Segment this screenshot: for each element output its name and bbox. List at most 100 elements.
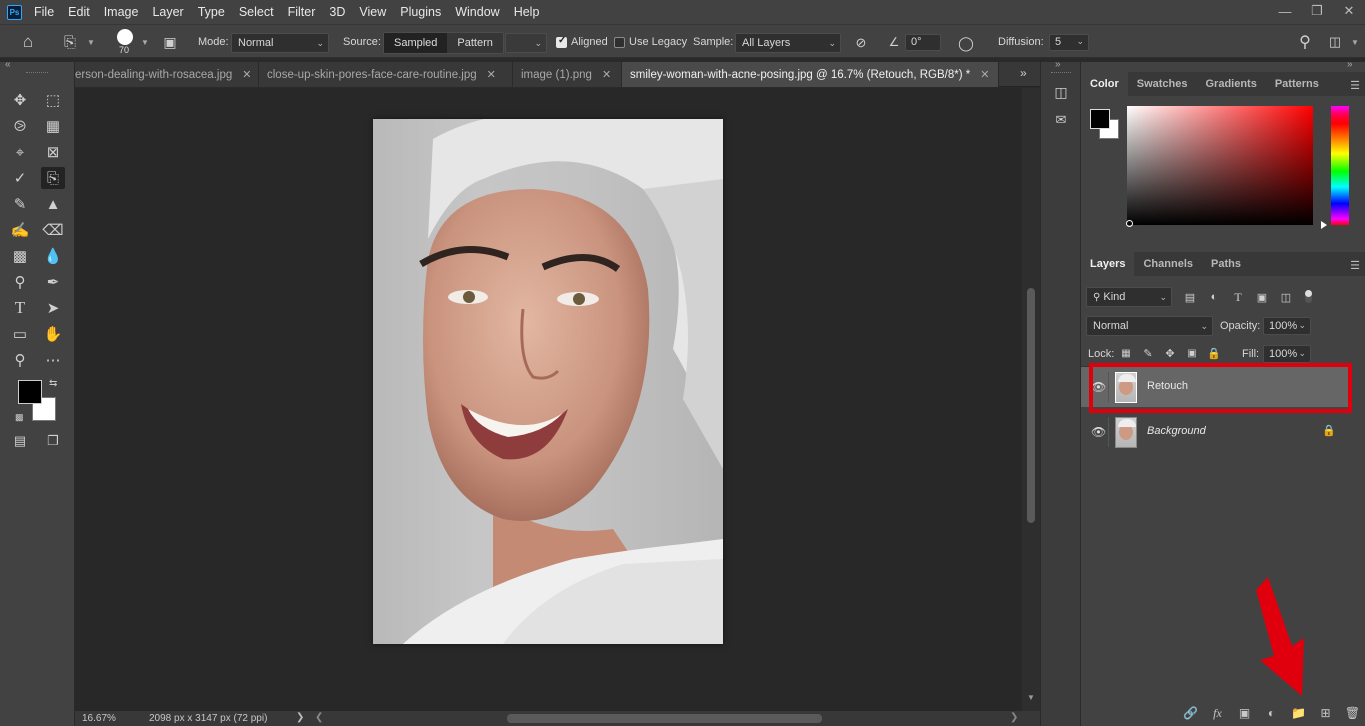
menu-plugins[interactable]: Plugins — [400, 5, 441, 19]
menu-filter[interactable]: Filter — [288, 5, 316, 19]
filter-adjustment-icon[interactable]: ◐ — [1206, 290, 1222, 304]
tab-gradients[interactable]: Gradients — [1196, 72, 1265, 96]
eye-icon[interactable]: 👁 — [1091, 425, 1106, 439]
zoom-tool-icon[interactable]: ⚲ — [8, 349, 32, 371]
lasso-tool-icon[interactable]: ⧁ — [8, 115, 32, 137]
source-sampled-button[interactable]: Sampled — [384, 33, 448, 53]
source-pattern-button[interactable]: Pattern — [447, 33, 503, 53]
tab-smiley-woman[interactable]: smiley-woman-with-acne-posing.jpg @ 16.7… — [622, 62, 999, 87]
tab-paths[interactable]: Paths — [1202, 252, 1250, 276]
comments-icon[interactable]: ✉ — [1051, 110, 1071, 130]
quick-mask-icon[interactable]: ▤ — [8, 430, 32, 452]
tab-layers[interactable]: Layers — [1081, 252, 1135, 276]
collapse-icon[interactable]: » — [1347, 59, 1353, 70]
layer-name[interactable]: Background — [1147, 425, 1206, 437]
add-mask-icon[interactable]: ▣ — [1231, 706, 1258, 720]
filter-shape-icon[interactable]: ▣ — [1254, 290, 1270, 304]
hue-slider[interactable] — [1331, 106, 1349, 225]
screen-mode-icon[interactable]: ❐ — [41, 430, 65, 452]
clone-source-icon[interactable]: ▣ — [160, 32, 180, 52]
menu-layer[interactable]: Layer — [152, 5, 183, 19]
frame-tool-icon[interactable]: ⊠ — [41, 141, 65, 163]
angle-input[interactable]: 0° — [905, 34, 941, 51]
document-image[interactable] — [373, 119, 723, 644]
hue-slider-handle[interactable] — [1321, 221, 1327, 229]
vertical-scroll-thumb[interactable] — [1027, 288, 1035, 523]
pen-tool-icon[interactable]: ✒ — [41, 271, 65, 293]
sample-select[interactable]: All Layers ⌄ — [735, 33, 841, 53]
chevron-down-icon[interactable]: ▼ — [86, 36, 96, 48]
close-icon[interactable]: ✕ — [242, 68, 251, 81]
tab-image-1[interactable]: image (1).png ✕ — [513, 62, 622, 87]
foreground-color-swatch[interactable] — [1090, 109, 1110, 129]
scroll-left-icon[interactable]: ❮ — [315, 712, 323, 723]
lock-image-icon[interactable]: ✎ — [1141, 346, 1155, 360]
swap-colors-icon[interactable]: ⇆ — [49, 378, 57, 389]
chevron-down-icon[interactable]: ▼ — [1350, 35, 1360, 49]
adjustment-layer-icon[interactable]: ◐ — [1258, 706, 1285, 720]
menu-file[interactable]: File — [34, 5, 54, 19]
blur-tool-icon[interactable]: 💧 — [41, 245, 65, 267]
diffusion-select[interactable]: 5 ⌄ — [1049, 34, 1089, 51]
close-icon[interactable]: ✕ — [602, 68, 611, 81]
new-group-icon[interactable]: 📁 — [1285, 706, 1312, 720]
tab-skin-pores[interactable]: close-up-skin-pores-face-care-routine.jp… — [259, 62, 513, 87]
mode-select[interactable]: Normal ⌄ — [231, 33, 329, 53]
menu-edit[interactable]: Edit — [68, 5, 90, 19]
clone-stamp-tool-icon[interactable]: ▲ — [41, 193, 65, 215]
status-menu-icon[interactable]: ❯ — [296, 712, 304, 723]
search-icon[interactable]: ⚲ — [1294, 32, 1316, 52]
hand-tool-icon[interactable]: ✋ — [41, 323, 65, 345]
default-colors-icon[interactable]: ▩ — [15, 412, 24, 423]
collapse-icon[interactable]: » — [1055, 59, 1061, 70]
rectangle-tool-icon[interactable]: ▭ — [8, 323, 32, 345]
close-icon[interactable]: ✕ — [487, 68, 496, 81]
lock-icon[interactable]: 🔒 — [1322, 424, 1336, 437]
marquee-tool-icon[interactable]: ⬚ — [41, 89, 65, 111]
history-brush-tool-icon[interactable]: ✍ — [8, 219, 32, 241]
object-selection-tool-icon[interactable]: ▦ — [41, 115, 65, 137]
type-tool-icon[interactable]: T — [8, 297, 32, 319]
pressure-size-icon[interactable]: ◯ — [956, 33, 976, 53]
lock-transparent-icon[interactable]: ▦ — [1119, 346, 1133, 360]
vertical-scrollbar[interactable]: ▼ — [1022, 88, 1040, 711]
menu-3d[interactable]: 3D — [329, 5, 345, 19]
more-tools-icon[interactable]: ⋯ — [41, 349, 65, 371]
tab-patterns[interactable]: Patterns — [1266, 72, 1328, 96]
lock-artboard-icon[interactable]: ▣ — [1185, 346, 1199, 360]
eyedropper-tool-icon[interactable]: ✓ — [8, 167, 32, 189]
tab-rosacea[interactable]: erson-dealing-with-rosacea.jpg ✕ — [75, 62, 259, 87]
menu-type[interactable]: Type — [198, 5, 225, 19]
layer-row-background[interactable]: 👁 Background 🔒 — [1081, 412, 1351, 452]
brush-tip-icon[interactable] — [117, 29, 133, 45]
link-layers-icon[interactable]: 🔗 — [1177, 706, 1204, 720]
canvas-area[interactable] — [75, 88, 1022, 711]
aligned-checkbox[interactable] — [556, 35, 567, 48]
menu-view[interactable]: View — [359, 5, 386, 19]
chevron-down-icon[interactable]: ▼ — [140, 36, 150, 48]
history-icon[interactable]: ◫ — [1051, 82, 1071, 102]
filter-toggle[interactable] — [1305, 290, 1312, 303]
blend-mode-select[interactable]: Normal ⌄ — [1086, 316, 1213, 336]
healing-brush-tool-icon[interactable]: ⎘ — [41, 167, 65, 189]
filter-pixel-icon[interactable]: ▤ — [1182, 290, 1198, 304]
scroll-down-icon[interactable]: ▼ — [1027, 693, 1035, 702]
new-layer-icon[interactable]: ⊞ — [1312, 706, 1339, 720]
restore-icon[interactable]: ❐ — [1301, 0, 1333, 22]
foreground-color-front[interactable] — [18, 380, 42, 404]
close-icon[interactable]: ✕ — [980, 68, 989, 81]
gradient-tool-icon[interactable]: ▩ — [8, 245, 32, 267]
menu-select[interactable]: Select — [239, 5, 274, 19]
opacity-input[interactable]: 100% ⌄ — [1263, 317, 1311, 335]
collapse-icon[interactable]: « — [5, 59, 11, 70]
minimize-icon[interactable]: — — [1269, 0, 1301, 22]
grip-icon[interactable] — [1051, 72, 1071, 74]
healing-brush-preset-icon[interactable]: ⎘ — [58, 32, 82, 52]
scroll-right-icon[interactable]: ❯ — [1010, 712, 1018, 723]
tab-channels[interactable]: Channels — [1134, 252, 1202, 276]
layer-thumbnail[interactable] — [1115, 417, 1137, 448]
color-picker-handle[interactable] — [1126, 220, 1133, 227]
use-legacy-checkbox[interactable] — [614, 37, 625, 48]
horizontal-scroll-thumb[interactable] — [507, 714, 822, 723]
tab-swatches[interactable]: Swatches — [1128, 72, 1197, 96]
